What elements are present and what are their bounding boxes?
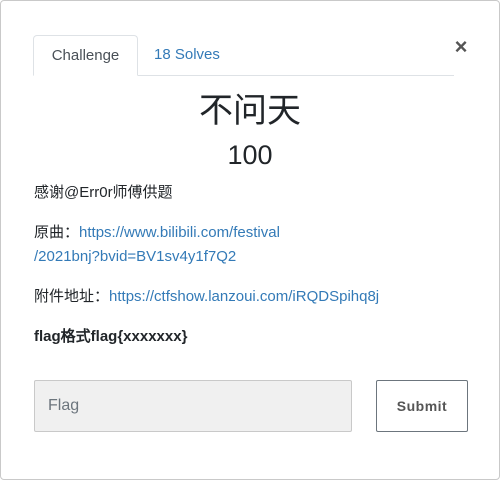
attachment-line: 附件地址：https://ctfshow.lanzoui.com/iRQDSpi…: [34, 285, 379, 309]
challenge-modal: Challenge 18 Solves × 不问天 100 感谢@Err0r师傅…: [0, 0, 500, 480]
submit-button[interactable]: Submit: [376, 380, 468, 432]
tab-challenge[interactable]: Challenge: [33, 35, 138, 76]
source-link-continued[interactable]: /2021bnj?bvid=BV1sv4y1f7Q2: [34, 248, 236, 265]
attachment-label: 附件地址：: [34, 288, 110, 305]
tab-solves[interactable]: 18 Solves: [154, 35, 220, 75]
flag-input[interactable]: [34, 380, 352, 432]
source-label: 原曲：: [34, 224, 80, 241]
source-line-continued: /2021bnj?bvid=BV1sv4y1f7Q2: [34, 245, 236, 269]
attachment-link[interactable]: https://ctfshow.lanzoui.com/iRQDSpihq8j: [109, 288, 379, 305]
flag-format-text: flag格式flag{xxxxxxx}: [34, 328, 188, 345]
source-link[interactable]: https://www.bilibili.com/festival: [79, 224, 280, 241]
challenge-points: 100: [227, 140, 273, 170]
source-line: 原曲：https://www.bilibili.com/festival: [34, 221, 280, 245]
challenge-title: 不问天: [199, 92, 301, 130]
challenge-tabs: Challenge 18 Solves: [33, 35, 454, 76]
thanks-text: 感谢@Err0r师傅供题: [34, 184, 173, 201]
close-icon[interactable]: ×: [452, 34, 470, 60]
